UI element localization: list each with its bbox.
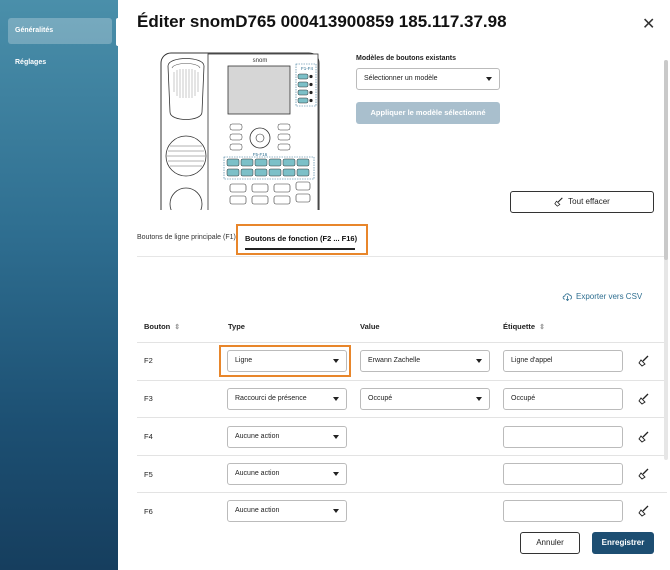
broom-icon: [554, 197, 563, 207]
row-button-f2: F2: [144, 356, 153, 365]
dialog-title: Éditer snomD765 000413900859 185.117.37.…: [137, 12, 507, 31]
export-csv-link[interactable]: Exporter vers CSV: [562, 292, 643, 302]
model-select-value: Sélectionner un modèle: [364, 75, 438, 82]
chevron-down-icon: [486, 77, 492, 81]
broom-icon[interactable]: [638, 505, 650, 517]
row-divider: [137, 380, 667, 381]
label-input-f4[interactable]: [503, 426, 623, 448]
type-select-value: Aucune action: [235, 507, 280, 514]
phone-keys-label-mid: F5-F16: [253, 152, 268, 157]
scrollbar-thumb[interactable]: [664, 60, 668, 260]
broom-icon[interactable]: [638, 468, 650, 480]
edit-dialog: Éditer snomD765 000413900859 185.117.37.…: [120, 0, 670, 570]
clear-all-button[interactable]: Tout effacer: [510, 191, 654, 213]
phone-keys-label-top: F1-F4: [301, 66, 313, 71]
row-divider: [137, 342, 667, 343]
type-select-f5[interactable]: Aucune action: [227, 463, 347, 485]
tab-main-line-buttons[interactable]: Boutons de ligne principale (F1): [137, 234, 236, 241]
row-button-f6: F6: [144, 507, 153, 516]
chevron-down-icon: [333, 509, 339, 513]
column-header-label[interactable]: Étiquette ⇕: [503, 322, 545, 331]
value-select-value: Erwann Zachelle: [368, 357, 421, 364]
tabs-divider: [137, 256, 667, 257]
row-button-f3: F3: [144, 394, 153, 403]
type-select-value: Aucune action: [235, 470, 280, 477]
column-header-label-text: Étiquette: [503, 322, 536, 331]
sort-icon: ⇕: [174, 324, 181, 331]
column-header-type: Type: [228, 322, 245, 331]
chevron-down-icon: [476, 397, 482, 401]
label-input-f5[interactable]: [503, 463, 623, 485]
model-select[interactable]: Sélectionner un modèle: [356, 68, 500, 90]
save-button[interactable]: Enregistrer: [592, 532, 654, 554]
label-input-f2[interactable]: Ligne d'appel: [503, 350, 623, 372]
sidebar-item-generalites[interactable]: Généralités: [8, 18, 112, 44]
cloud-download-icon: [562, 293, 572, 302]
broom-icon[interactable]: [638, 355, 650, 367]
type-select-f3[interactable]: Raccourci de présence: [227, 388, 347, 410]
label-input-f6[interactable]: [503, 500, 623, 522]
row-button-f4: F4: [144, 432, 153, 441]
label-input-f3[interactable]: Occupé: [503, 388, 623, 410]
cancel-button[interactable]: Annuler: [520, 532, 580, 554]
column-header-value: Value: [360, 322, 380, 331]
type-select-f4[interactable]: Aucune action: [227, 426, 347, 448]
sidebar: Généralités Réglages: [0, 0, 118, 570]
broom-icon[interactable]: [638, 393, 650, 405]
row-button-f5: F5: [144, 470, 153, 479]
value-select-f2[interactable]: Erwann Zachelle: [360, 350, 490, 372]
sort-icon: ⇕: [539, 324, 545, 331]
chevron-down-icon: [333, 472, 339, 476]
type-select-value: Raccourci de présence: [235, 395, 307, 402]
clear-all-label: Tout effacer: [568, 197, 610, 206]
highlight-box-type: [219, 345, 351, 377]
phone-brand: snom: [253, 58, 268, 64]
phone-illustration: snom F1-F4 F5-F16: [160, 52, 320, 210]
chevron-down-icon: [333, 435, 339, 439]
models-label: Modèles de boutons existants: [356, 55, 456, 62]
close-icon[interactable]: ✕: [642, 14, 655, 34]
column-header-button[interactable]: Bouton ⇕: [144, 322, 180, 331]
apply-model-button[interactable]: Appliquer le modèle sélectionné: [356, 102, 500, 124]
type-select-f6[interactable]: Aucune action: [227, 500, 347, 522]
row-divider: [137, 417, 667, 418]
value-select-value: Occupé: [368, 395, 393, 402]
broom-icon[interactable]: [638, 431, 650, 443]
chevron-down-icon: [476, 359, 482, 363]
value-select-f3[interactable]: Occupé: [360, 388, 490, 410]
column-header-button-label: Bouton: [144, 322, 171, 331]
row-divider: [137, 492, 667, 493]
sidebar-item-reglages[interactable]: Réglages: [8, 50, 112, 76]
export-csv-label: Exporter vers CSV: [576, 292, 643, 301]
type-select-value: Aucune action: [235, 433, 280, 440]
chevron-down-icon: [333, 397, 339, 401]
highlight-box-tab: [236, 224, 368, 255]
row-divider: [137, 455, 667, 456]
